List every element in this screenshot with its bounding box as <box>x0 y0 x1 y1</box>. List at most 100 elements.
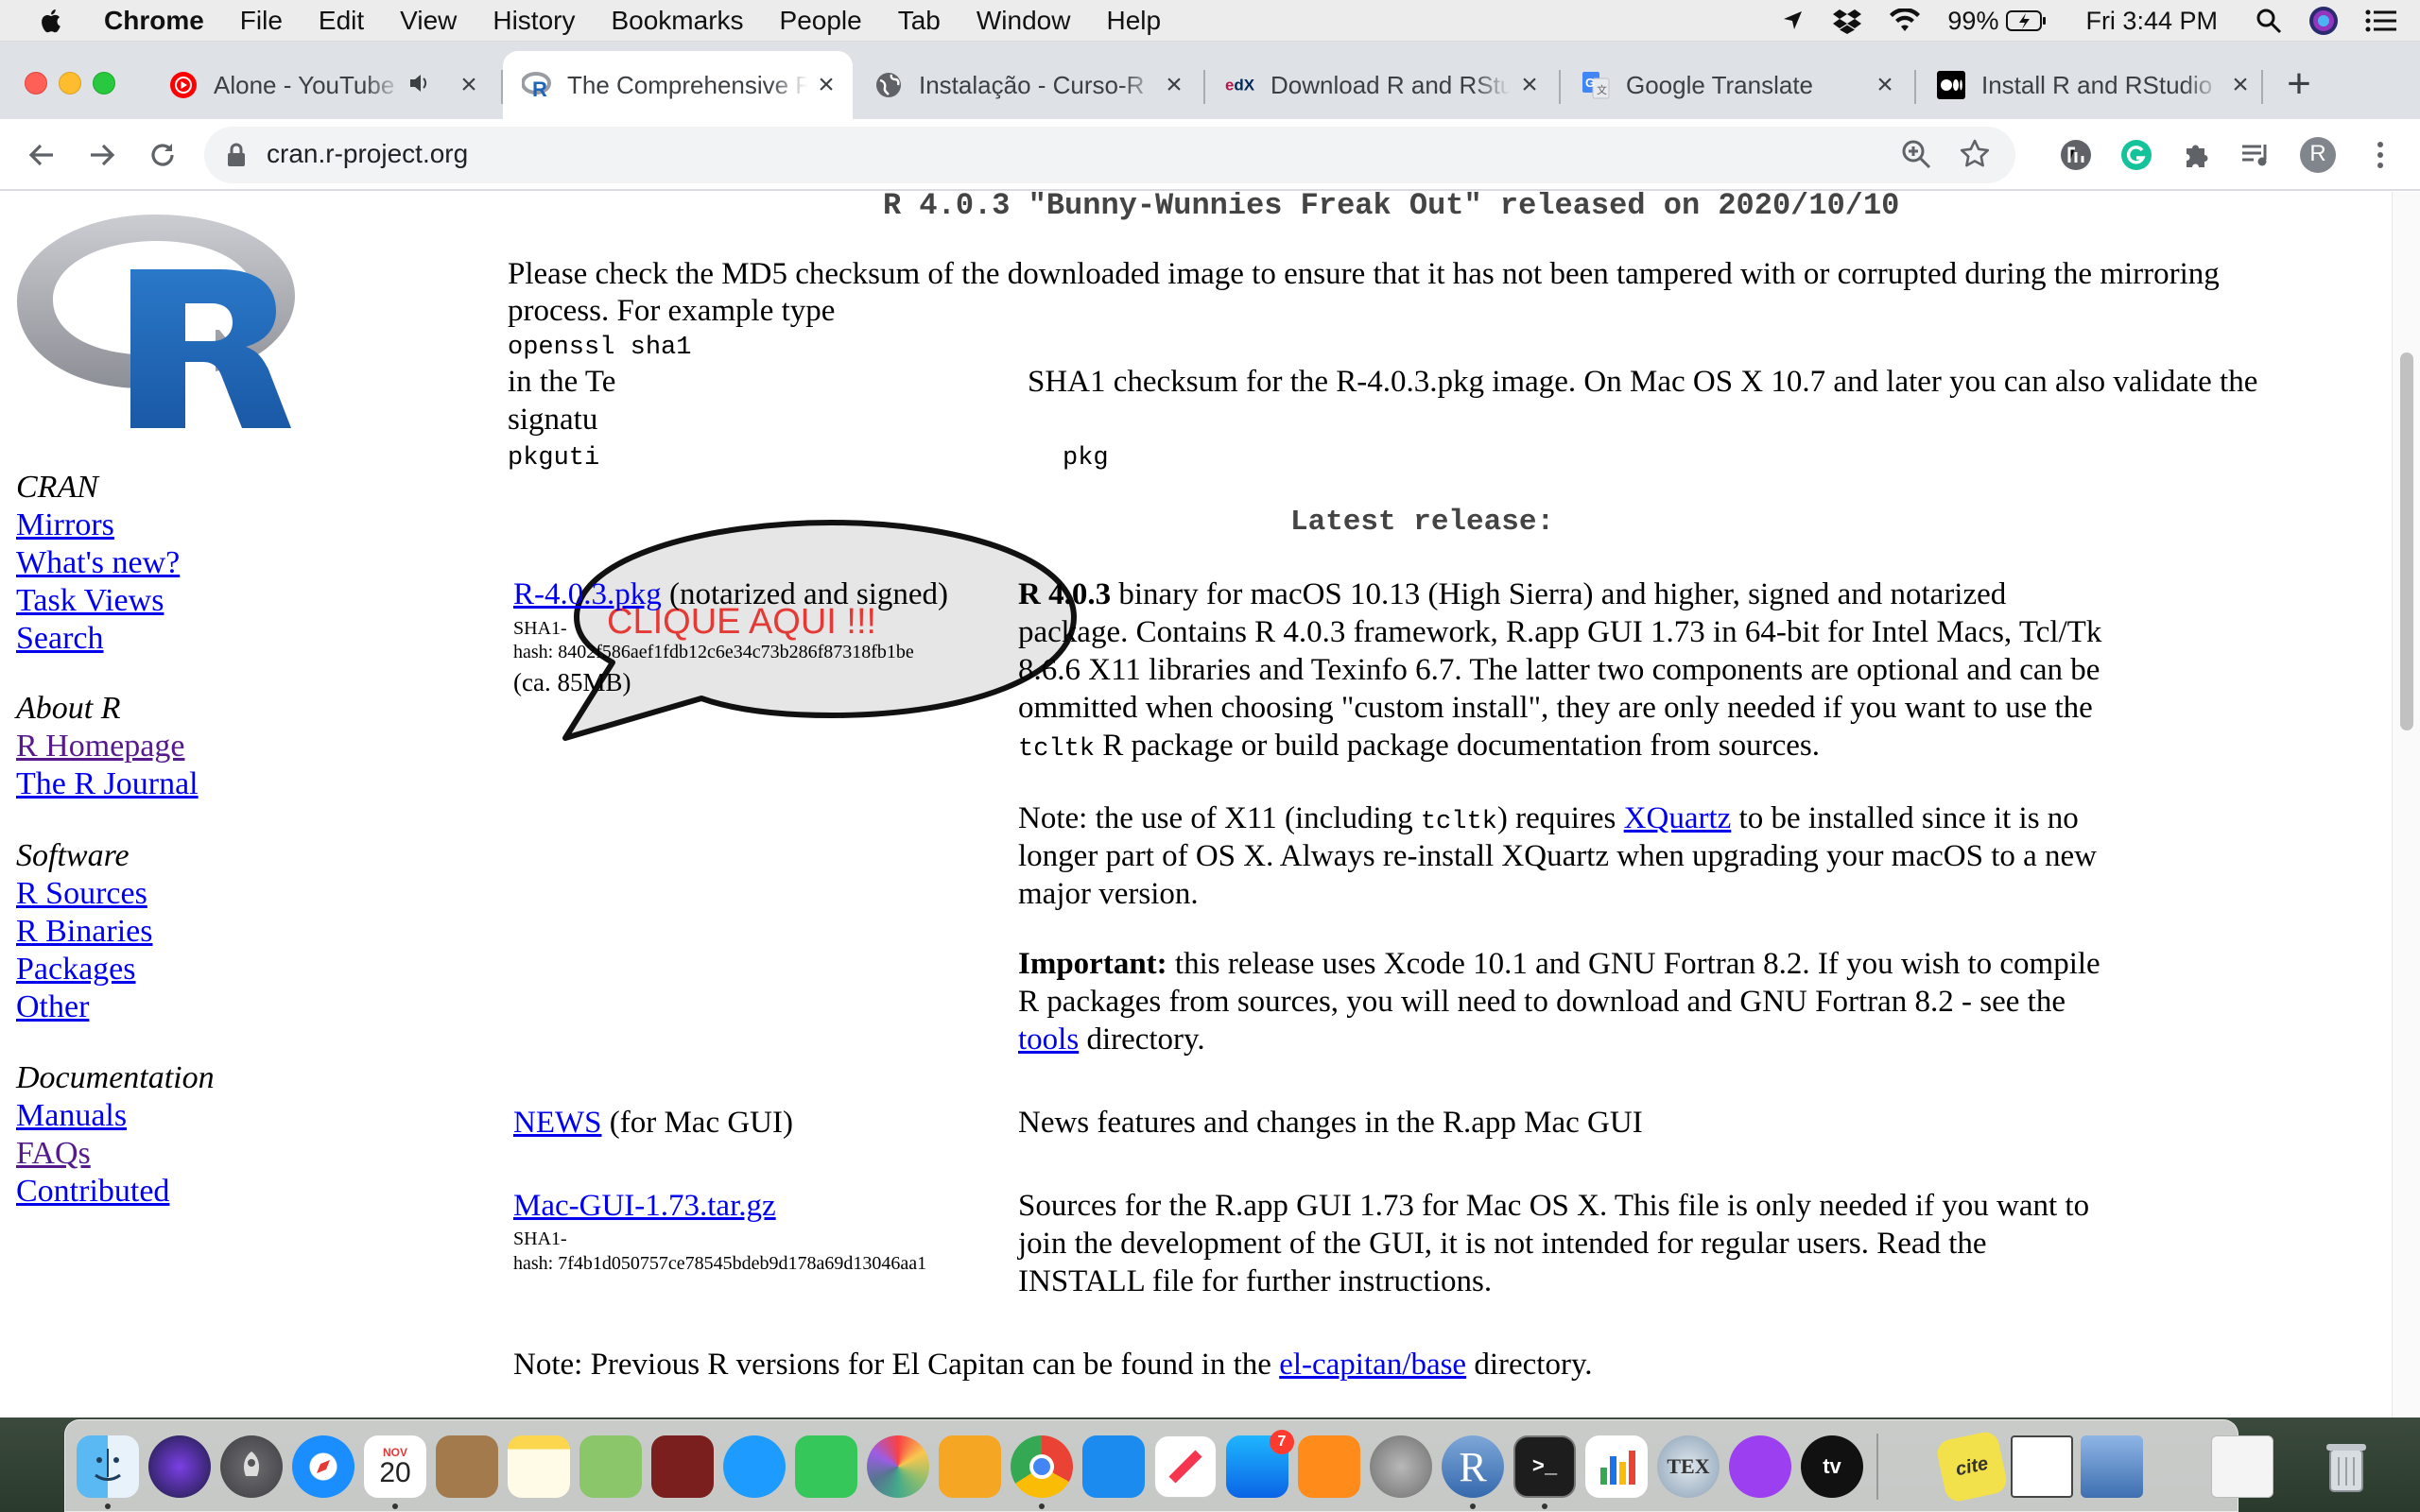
downloads-stack-icon[interactable] <box>2211 1435 2273 1498</box>
sidebar-link-other[interactable]: Other <box>16 988 152 1026</box>
books-icon[interactable] <box>1298 1435 1360 1498</box>
siri-dock-icon[interactable] <box>148 1435 211 1498</box>
tab-close-button[interactable]: × <box>1872 71 1898 99</box>
sidebar-link-faqs[interactable]: FAQs <box>16 1135 215 1173</box>
system-preferences-icon[interactable] <box>1370 1435 1432 1498</box>
sidebar-link-search[interactable]: Search <box>16 620 180 658</box>
menu-history[interactable]: History <box>493 6 575 36</box>
menu-view[interactable]: View <box>400 6 457 36</box>
menu-help[interactable]: Help <box>1106 6 1161 36</box>
menu-chrome[interactable]: Chrome <box>104 6 204 36</box>
tab-close-button[interactable]: × <box>2227 71 2254 99</box>
photo-booth-icon[interactable] <box>651 1435 714 1498</box>
tab-curso-r[interactable]: Instalação - Curso-R × <box>855 51 1201 119</box>
keynote-icon[interactable] <box>1082 1435 1145 1498</box>
finder-icon[interactable] <box>77 1435 139 1498</box>
sidebar-link-contributed[interactable]: Contributed <box>16 1173 215 1211</box>
lock-icon[interactable] <box>225 142 248 168</box>
preview-icon[interactable] <box>2081 1435 2143 1498</box>
cite-app-icon[interactable]: cite <box>1934 1429 2010 1504</box>
page-scrollbar[interactable] <box>2392 192 2420 1418</box>
battery-charging-icon[interactable] <box>2006 9 2048 32</box>
xquartz-link[interactable]: XQuartz <box>1624 801 1732 835</box>
tab-close-button[interactable]: × <box>1161 71 1187 99</box>
clock[interactable]: Fri 3:44 PM <box>2085 7 2218 36</box>
sidebar-link-task-views[interactable]: Task Views <box>16 582 180 620</box>
sidebar-link-r-binaries[interactable]: R Binaries <box>16 913 152 951</box>
r-pkg-download-link[interactable]: R-4.0.3.pkg <box>513 577 662 611</box>
app-store-icon[interactable]: 7 <box>1226 1430 1294 1498</box>
siri-icon[interactable] <box>2308 6 2339 36</box>
window-zoom-button[interactable] <box>93 72 115 94</box>
menu-bookmarks[interactable]: Bookmarks <box>611 6 743 36</box>
terminal-icon[interactable]: >_ <box>1513 1435 1576 1498</box>
extensions-puzzle-icon[interactable] <box>2178 136 2216 174</box>
dropbox-icon[interactable] <box>1832 8 1862 34</box>
menu-people[interactable]: People <box>780 6 862 36</box>
sidebar-link-manuals[interactable]: Manuals <box>16 1097 215 1135</box>
document-icon[interactable] <box>2011 1435 2073 1498</box>
maps-icon[interactable] <box>579 1435 642 1498</box>
forward-button[interactable] <box>79 132 125 178</box>
new-tab-button[interactable]: + <box>2276 62 2322 108</box>
contacts-icon[interactable] <box>436 1435 498 1498</box>
tab-close-button[interactable]: × <box>456 71 482 99</box>
launchpad-icon[interactable] <box>220 1435 283 1498</box>
extension-r-icon[interactable] <box>2057 136 2095 174</box>
tab-close-button[interactable]: × <box>1516 71 1543 99</box>
location-arrow-icon[interactable] <box>1781 9 1806 33</box>
spotlight-search-icon[interactable] <box>2256 8 2282 34</box>
facetime-icon[interactable] <box>795 1435 857 1498</box>
sidebar-link-mirrors[interactable]: Mirrors <box>16 507 180 544</box>
mac-gui-download-link[interactable]: Mac-GUI-1.73.tar.gz <box>513 1189 776 1223</box>
sidebar-link-whats-new[interactable]: What's new? <box>16 544 180 582</box>
menu-file[interactable]: File <box>240 6 283 36</box>
menu-tab[interactable]: Tab <box>898 6 941 36</box>
window-close-button[interactable] <box>25 72 47 94</box>
trash-icon[interactable] <box>2315 1435 2377 1498</box>
profile-avatar[interactable]: R <box>2299 136 2337 174</box>
notes-icon[interactable] <box>508 1435 570 1498</box>
wifi-icon[interactable] <box>1889 9 1921 33</box>
r-app-icon[interactable]: R <box>1442 1435 1504 1498</box>
tab-close-button[interactable]: × <box>813 71 839 99</box>
sidebar-link-r-homepage[interactable]: R Homepage <box>16 728 199 765</box>
calendar-icon[interactable]: NOV 20 <box>364 1435 426 1498</box>
tab-cran[interactable]: R The Comprehensive R Archive Network × <box>503 51 853 119</box>
apple-icon[interactable] <box>38 7 66 35</box>
podcasts-icon[interactable] <box>1729 1435 1791 1498</box>
chrome-menu-button[interactable] <box>2361 136 2399 174</box>
tab-google-translate[interactable]: G文 Google Translate × <box>1562 51 1911 119</box>
url-text[interactable]: cran.r-project.org <box>267 139 468 169</box>
scrollbar-thumb[interactable] <box>2400 352 2413 730</box>
media-control-icon[interactable] <box>2237 136 2274 174</box>
news-app-icon[interactable] <box>1154 1435 1217 1498</box>
menu-window[interactable]: Window <box>977 6 1071 36</box>
sidebar-link-r-journal[interactable]: The R Journal <box>16 765 199 803</box>
zoom-icon[interactable] <box>1900 138 1932 170</box>
photos-icon[interactable] <box>867 1435 929 1498</box>
window-minimize-button[interactable] <box>59 72 81 94</box>
pages-icon[interactable] <box>939 1435 1001 1498</box>
menu-edit[interactable]: Edit <box>319 6 364 36</box>
speaker-icon[interactable] <box>408 73 431 98</box>
safari-icon[interactable] <box>292 1435 354 1498</box>
chrome-dock-icon[interactable] <box>1011 1435 1073 1498</box>
tab-youtube-music[interactable]: Alone - YouTube Music × <box>149 51 495 119</box>
address-bar[interactable]: cran.r-project.org <box>204 127 2015 183</box>
sidebar-link-packages[interactable]: Packages <box>16 951 152 988</box>
grammarly-icon[interactable] <box>2118 136 2155 174</box>
tools-link[interactable]: tools <box>1018 1022 1079 1057</box>
reload-button[interactable] <box>140 132 185 178</box>
numbers-icon[interactable] <box>1585 1435 1648 1498</box>
back-button[interactable] <box>19 132 64 178</box>
tab-edx[interactable]: edX Download R and RStudio × <box>1206 51 1556 119</box>
texshop-icon[interactable]: TEX <box>1657 1435 1720 1498</box>
notification-center-icon[interactable] <box>2365 9 2397 33</box>
el-capitan-link[interactable]: el-capitan/base <box>1279 1348 1466 1382</box>
messages-icon[interactable] <box>723 1435 786 1498</box>
apple-tv-icon[interactable]: tv <box>1801 1435 1863 1498</box>
bookmark-star-icon[interactable] <box>1959 138 1991 170</box>
tab-medium[interactable]: Install R and RStudio × <box>1917 51 2267 119</box>
sidebar-link-r-sources[interactable]: R Sources <box>16 875 152 913</box>
